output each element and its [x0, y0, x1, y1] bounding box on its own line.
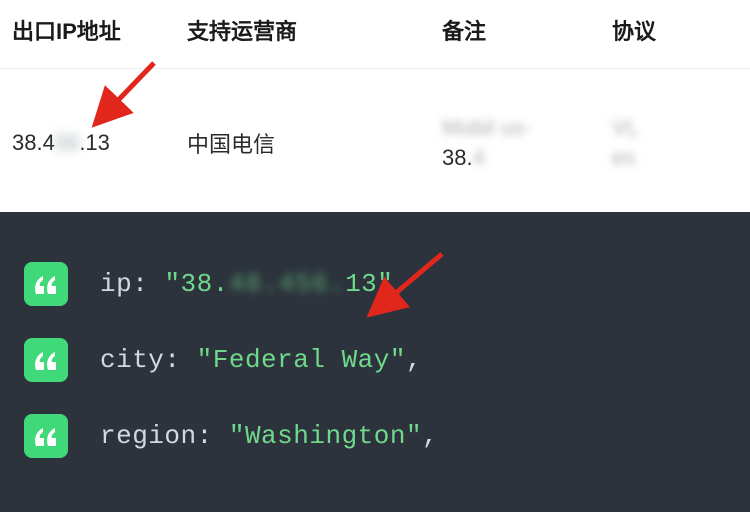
- ip-prefix: 38.4: [12, 130, 55, 155]
- code-line-city: city: "Federal Way",: [24, 338, 726, 382]
- region-value: Washington: [245, 421, 406, 451]
- ip-value-obscured: 48.456.: [229, 269, 345, 299]
- code-text-ip: ip: "38.48.456.13",: [100, 269, 410, 299]
- code-text-region: region: "Washington",: [100, 421, 438, 451]
- ip-value-suffix: 13: [345, 269, 377, 299]
- remark-prefix: 38.: [442, 145, 473, 170]
- remark-obscured-tail: 4: [473, 143, 485, 173]
- code-panel: ip: "38.48.456.13", city: "Federal Way",…: [0, 212, 750, 512]
- key-ip: ip: [100, 269, 132, 299]
- protocol-obscured-line1: VL: [612, 113, 639, 143]
- remark-obscured-line1: Mobil us-: [442, 113, 531, 143]
- code-line-ip: ip: "38.48.456.13",: [24, 262, 726, 306]
- code-line-region: region: "Washington",: [24, 414, 726, 458]
- quote-icon: [24, 414, 68, 458]
- city-value: Federal Way: [213, 345, 390, 375]
- quote-icon: [24, 338, 68, 382]
- cell-ip: 38.4 56 .13: [12, 130, 187, 156]
- protocol-obscured-line2: es: [612, 143, 635, 173]
- header-ip: 出口IP地址: [12, 14, 187, 46]
- header-protocol: 协议: [612, 14, 722, 46]
- ip-table: 出口IP地址 支持运营商 备注 协议 38.4 56 .13 中国电信 Mobi…: [0, 0, 750, 212]
- ip-obscured: 56: [55, 130, 79, 156]
- header-remark: 备注: [442, 14, 612, 46]
- cell-carrier: 中国电信: [187, 127, 442, 159]
- header-carrier: 支持运营商: [187, 14, 442, 46]
- key-region: region: [100, 421, 197, 451]
- cell-protocol: VL es: [612, 113, 722, 172]
- table-row: 38.4 56 .13 中国电信 Mobil us- 38.4 VL es: [0, 69, 750, 212]
- cell-remark: Mobil us- 38.4: [442, 113, 612, 172]
- ip-suffix: .13: [79, 130, 110, 155]
- quote-icon: [24, 262, 68, 306]
- ip-value-prefix: 38.: [181, 269, 229, 299]
- code-text-city: city: "Federal Way",: [100, 345, 422, 375]
- key-city: city: [100, 345, 164, 375]
- table-header-row: 出口IP地址 支持运营商 备注 协议: [0, 0, 750, 69]
